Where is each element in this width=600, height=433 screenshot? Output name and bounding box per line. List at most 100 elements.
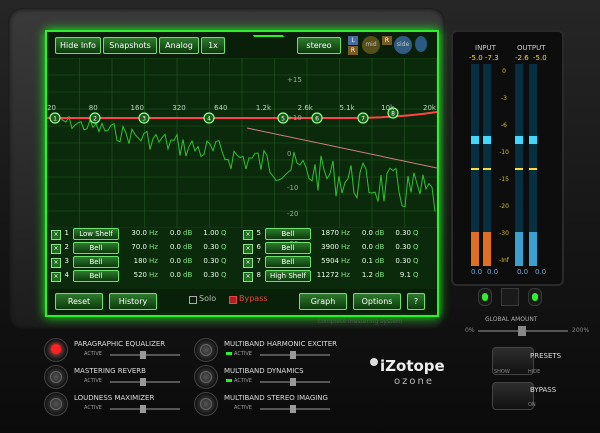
band-q[interactable]: 0.30 bbox=[197, 243, 219, 251]
band-gain[interactable]: 1.2 bbox=[353, 271, 373, 279]
band-frequency[interactable]: 11272 bbox=[309, 271, 339, 279]
meter-scale-label: -Inf bbox=[499, 257, 509, 264]
band-enable-checkbox[interactable]: × bbox=[51, 230, 61, 240]
band-gain[interactable]: 0.0 bbox=[161, 229, 181, 237]
module-power-button[interactable] bbox=[44, 365, 68, 389]
mid-channel-button[interactable]: mid bbox=[362, 36, 380, 54]
help-button[interactable]: ? bbox=[407, 293, 425, 310]
reset-button[interactable]: Reset bbox=[55, 293, 103, 310]
band-type-button[interactable]: Bell bbox=[265, 256, 311, 268]
module-amount-slider[interactable] bbox=[260, 351, 330, 359]
module-slider-handle[interactable] bbox=[140, 378, 146, 386]
band-type-button[interactable]: Bell bbox=[265, 242, 311, 254]
band-gain[interactable]: 0.0 bbox=[161, 257, 181, 265]
band-q[interactable]: 0.30 bbox=[197, 271, 219, 279]
meter-scale-label: -15 bbox=[499, 176, 509, 183]
band-frequency[interactable]: 70.0 bbox=[117, 243, 147, 251]
module-power-button[interactable] bbox=[44, 392, 68, 416]
band-frequency[interactable]: 3900 bbox=[309, 243, 339, 251]
options-button[interactable]: Options bbox=[353, 293, 401, 310]
hide-info-button[interactable]: Hide Info bbox=[55, 37, 101, 54]
hz-unit: Hz bbox=[149, 257, 158, 265]
module-amount-slider[interactable] bbox=[110, 378, 180, 386]
stereo-button[interactable]: stereo bbox=[297, 37, 341, 54]
module-slider-handle[interactable] bbox=[290, 351, 296, 359]
output-link-led-icon bbox=[532, 293, 538, 301]
zoom-1x-button[interactable]: 1x bbox=[201, 37, 225, 54]
module-power-button[interactable] bbox=[194, 338, 218, 362]
band-q[interactable]: 0.30 bbox=[389, 257, 411, 265]
global-amount-slider[interactable] bbox=[478, 326, 568, 336]
band-row: × 3 Bell 180 Hz 0.0 dB 0.30 Q bbox=[51, 256, 241, 268]
band-gain[interactable]: 0.0 bbox=[161, 271, 181, 279]
band-enable-checkbox[interactable]: × bbox=[51, 244, 61, 254]
band-gain[interactable]: 0.0 bbox=[353, 229, 373, 237]
module-amount-slider[interactable] bbox=[110, 351, 180, 359]
left-channel-toggle[interactable]: L bbox=[348, 36, 358, 45]
global-amount-min: 0% bbox=[465, 327, 475, 334]
hz-unit: Hz bbox=[341, 243, 350, 251]
solo-label: Solo bbox=[199, 294, 217, 303]
mid-solo-toggle[interactable]: R bbox=[382, 36, 392, 45]
bypass-checkbox[interactable] bbox=[229, 296, 237, 304]
graph-button[interactable]: Graph bbox=[299, 293, 347, 310]
frequency-label: 320 bbox=[172, 104, 186, 112]
band-q[interactable]: 1.00 bbox=[197, 229, 219, 237]
level-meters: INPUT OUTPUT -5.0 -7.3 -2.6 -5.0 0 -3 -6 -1… bbox=[451, 30, 564, 286]
band-enable-checkbox[interactable]: × bbox=[51, 258, 61, 268]
output-link-toggle[interactable] bbox=[528, 288, 542, 306]
q-unit: Q bbox=[413, 243, 419, 251]
band-gain[interactable]: 0.0 bbox=[161, 243, 181, 251]
q-unit: Q bbox=[221, 243, 227, 251]
band-type-button[interactable]: Bell bbox=[73, 270, 119, 282]
band-type-button[interactable]: Bell bbox=[265, 228, 311, 240]
snapshots-button[interactable]: Snapshots bbox=[103, 37, 157, 54]
module-power-button[interactable] bbox=[44, 338, 68, 362]
meter-channel bbox=[471, 64, 479, 266]
module-power-button[interactable] bbox=[194, 365, 218, 389]
module-slider-handle[interactable] bbox=[140, 351, 146, 359]
band-enable-checkbox[interactable]: × bbox=[243, 230, 253, 240]
band-frequency[interactable]: 1870 bbox=[309, 229, 339, 237]
module-power-button[interactable] bbox=[194, 392, 218, 416]
band-gain[interactable]: 0.1 bbox=[353, 257, 373, 265]
global-amount-handle[interactable] bbox=[518, 326, 526, 336]
band-q[interactable]: 0.30 bbox=[197, 257, 219, 265]
input-link-toggle[interactable] bbox=[478, 288, 492, 306]
band-type-button[interactable]: Low Shelf bbox=[73, 228, 119, 240]
band-frequency[interactable]: 180 bbox=[117, 257, 147, 265]
db-label: 0 bbox=[287, 150, 292, 158]
module-amount-slider[interactable] bbox=[260, 405, 330, 413]
eq-graph[interactable]: 12345678 20 80 160 320 640 1.2k 2.6k 5.1k 10k 20k… bbox=[47, 58, 437, 248]
band-enable-checkbox[interactable]: × bbox=[51, 272, 61, 282]
band-frequency[interactable]: 5904 bbox=[309, 257, 339, 265]
band-frequency[interactable]: 30.0 bbox=[117, 229, 147, 237]
module-slider-handle[interactable] bbox=[290, 378, 296, 386]
band-type-button[interactable]: High Shelf bbox=[265, 270, 311, 282]
band-enable-checkbox[interactable]: × bbox=[243, 258, 253, 268]
band-q[interactable]: 0.30 bbox=[389, 243, 411, 251]
module-amount-slider[interactable] bbox=[110, 405, 180, 413]
band-type-button[interactable]: Bell bbox=[73, 256, 119, 268]
module-slider-handle[interactable] bbox=[140, 405, 146, 413]
band-number: 7 bbox=[256, 257, 261, 265]
right-channel-toggle[interactable]: R bbox=[348, 46, 358, 55]
analog-button[interactable]: Analog bbox=[159, 37, 199, 54]
meter-mode-button[interactable] bbox=[501, 288, 519, 306]
history-button[interactable]: History bbox=[109, 293, 157, 310]
solo-checkbox[interactable] bbox=[189, 296, 197, 304]
module-amount-slider[interactable] bbox=[260, 378, 330, 386]
frequency-label: 2.6k bbox=[297, 104, 313, 112]
band-frequency[interactable]: 520 bbox=[117, 271, 147, 279]
band-gain[interactable]: 0.0 bbox=[353, 243, 373, 251]
side-channel-button[interactable]: side bbox=[394, 36, 412, 54]
band-type-button[interactable]: Bell bbox=[73, 242, 119, 254]
band-row: × 1 Low Shelf 30.0 Hz 0.0 dB 1.00 Q bbox=[51, 228, 241, 240]
module-slider-handle[interactable] bbox=[290, 405, 296, 413]
band-enable-checkbox[interactable]: × bbox=[243, 244, 253, 254]
meter-fill bbox=[529, 232, 537, 266]
spectrum-slope-line bbox=[246, 127, 437, 169]
band-q[interactable]: 9.1 bbox=[389, 271, 411, 279]
band-q[interactable]: 0.30 bbox=[389, 229, 411, 237]
band-enable-checkbox[interactable]: × bbox=[243, 272, 253, 282]
